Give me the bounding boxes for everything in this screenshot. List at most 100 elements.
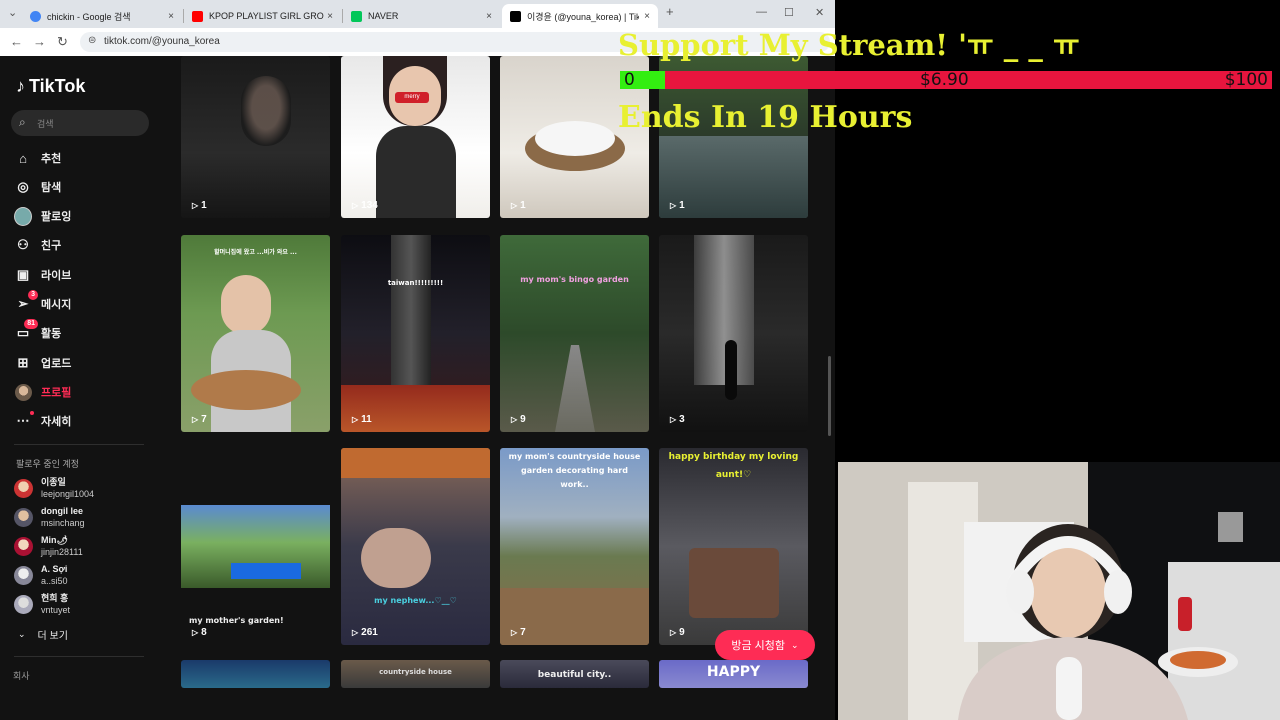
- sidebar-item-explore[interactable]: ◎ 탐색: [14, 176, 61, 198]
- view-count: ▷ 7: [192, 414, 207, 425]
- recently-watched-button[interactable]: 방금 시청함 ⌄: [715, 630, 815, 660]
- video-tile[interactable]: ▷ 3: [659, 235, 808, 432]
- view-count: ▷ 9: [511, 414, 526, 425]
- home-icon: ⌂: [19, 150, 27, 166]
- sidebar-item-label: 팔로잉: [41, 211, 72, 223]
- view-count-value: 134: [361, 200, 378, 211]
- sidebar-item-more[interactable]: ⋯ 자세히: [14, 410, 71, 432]
- reload-icon[interactable]: ↻: [57, 34, 68, 50]
- sidebar-item-friends[interactable]: ⚇ 친구: [14, 234, 61, 256]
- stream-end-timer: Ends In 19 Hours: [618, 100, 913, 135]
- sidebar-item-messages[interactable]: ➢ 3 메시지: [14, 290, 71, 315]
- view-count: ▷ 1: [511, 200, 526, 211]
- sidebar-item-profile[interactable]: 프로필: [14, 381, 71, 403]
- following-account[interactable]: Min🌶 jinjin28111: [14, 532, 83, 560]
- video-tile[interactable]: HAPPY: [659, 660, 808, 688]
- maximize-icon[interactable]: ☐: [784, 6, 794, 19]
- tab-title: 이경윤 (@youna_korea) | TikT: [527, 11, 639, 22]
- site-info-icon[interactable]: ⊜: [88, 35, 96, 46]
- following-account[interactable]: dongil lee msinchang: [14, 503, 85, 531]
- video-tile[interactable]: merry ▷ 134: [341, 56, 490, 218]
- video-tile[interactable]: my mother's garden! ▷ 8: [181, 448, 330, 645]
- naver-favicon-icon: [351, 10, 362, 22]
- friends-icon: ⚇: [17, 237, 29, 252]
- account-name: 현희 홍: [41, 593, 69, 603]
- tab-close-icon[interactable]: ×: [327, 11, 333, 22]
- sidebar-item-label: 라이브: [41, 270, 72, 282]
- account-handle: a..si50: [41, 576, 68, 586]
- account-name: A. Sợi: [41, 564, 68, 574]
- video-tile[interactable]: my mom's countryside house garden decora…: [500, 448, 649, 645]
- video-tile[interactable]: beautiful city..: [500, 660, 649, 688]
- video-tile[interactable]: my nephew...♡__♡ ▷ 261: [341, 448, 490, 645]
- new-tab-button[interactable]: +: [666, 4, 674, 19]
- company-link[interactable]: 회사: [13, 669, 30, 682]
- sidebar-item-label: 탐색: [41, 182, 62, 194]
- view-count: ▷ 9: [670, 627, 685, 638]
- following-accounts-title: 팔로우 중인 계정: [16, 459, 79, 469]
- search-placeholder: 검색: [37, 119, 54, 129]
- following-account[interactable]: A. Sợi a..si50: [14, 561, 68, 589]
- sidebar-item-label: 업로드: [41, 358, 72, 370]
- play-icon: ▷: [192, 415, 199, 424]
- tab-search-icon[interactable]: ⌄: [8, 6, 17, 19]
- video-caption: my mom's bingo garden: [520, 275, 629, 284]
- tab-close-icon[interactable]: ×: [644, 11, 650, 22]
- play-icon: ▷: [352, 201, 359, 210]
- search-input[interactable]: ⌕ 검색: [11, 110, 149, 136]
- sidebar-item-foryou[interactable]: ⌂ 추천: [14, 147, 61, 169]
- tab-naver[interactable]: NAVER ×: [343, 4, 500, 28]
- sidebar-item-upload[interactable]: ⊞ 업로드: [14, 352, 72, 374]
- video-caption: my mother's garden!: [189, 616, 284, 625]
- video-caption: countryside house: [379, 668, 452, 676]
- tiktok-page: ♪ TikTok ⌕ 검색 ⌂ 추천 ◎ 탐색 팔로잉 ⚇ 친구 ▣ 라이브 ➢…: [0, 56, 835, 720]
- video-tile[interactable]: [181, 660, 330, 688]
- minimize-icon[interactable]: —: [756, 6, 767, 18]
- sidebar-divider: [14, 656, 144, 657]
- account-name: dongil lee: [41, 506, 84, 516]
- video-thumbnail: [341, 448, 490, 478]
- avatar: [14, 507, 33, 527]
- tab-close-icon[interactable]: ×: [486, 11, 492, 22]
- view-count-value: 9: [520, 414, 526, 425]
- see-more-link[interactable]: ⌄ 더 보기: [18, 627, 68, 642]
- play-icon: ▷: [670, 628, 677, 637]
- tab-google[interactable]: chickin - Google 검색 ×: [22, 4, 182, 28]
- video-tile[interactable]: taiwan!!!!!!!!! ▷ 11: [341, 235, 490, 432]
- goal-target-label: $100: [1224, 70, 1268, 90]
- logo-text: TikTok: [29, 76, 86, 96]
- sidebar-item-label: 자세히: [41, 416, 72, 428]
- tab-title: chickin - Google 검색: [47, 11, 131, 22]
- video-tile[interactable]: happy birthday my loving aunt!♡ ▷ 9: [659, 448, 808, 645]
- view-count: ▷ 134: [352, 200, 378, 211]
- following-account[interactable]: 이종일 leejongil1004: [14, 474, 94, 502]
- sidebar-divider: [14, 444, 144, 445]
- sidebar-item-live[interactable]: ▣ 라이브: [14, 264, 72, 286]
- view-count: ▷ 1: [670, 200, 685, 211]
- video-tile[interactable]: countryside house: [341, 660, 490, 688]
- chevron-down-icon: ⌄: [18, 629, 26, 639]
- video-caption: taiwan!!!!!!!!!: [387, 279, 444, 287]
- following-account[interactable]: 현희 홍 vntuyet: [14, 590, 70, 618]
- youtube-favicon-icon: [192, 10, 203, 22]
- view-count-value: 1: [520, 200, 526, 211]
- video-tile[interactable]: 할머니집에 왔고 ...비가 와요 ... ▷ 7: [181, 235, 330, 432]
- video-tile[interactable]: my mom's bingo garden ▷ 9: [500, 235, 649, 432]
- upload-icon: ⊞: [17, 355, 29, 370]
- sidebar-item-following[interactable]: 팔로잉: [14, 205, 71, 227]
- window-close-icon[interactable]: ✕: [815, 6, 824, 19]
- tiktok-logo[interactable]: ♪ TikTok: [16, 76, 85, 97]
- view-count-value: 261: [361, 627, 378, 638]
- view-count: ▷ 8: [192, 627, 207, 638]
- profile-avatar-icon: [14, 383, 32, 401]
- webcam-image: [838, 462, 1280, 720]
- sidebar-item-activity[interactable]: ▭ 81 활동: [14, 319, 61, 344]
- back-icon[interactable]: ←: [10, 34, 23, 49]
- play-icon: ▷: [670, 415, 677, 424]
- video-tile[interactable]: ▷ 1: [181, 56, 330, 218]
- account-handle: vntuyet: [41, 605, 71, 615]
- tab-youtube[interactable]: KPOP PLAYLIST GIRL GROUP ×: [184, 4, 341, 28]
- tab-close-icon[interactable]: ×: [168, 11, 174, 22]
- forward-icon[interactable]: →: [33, 34, 46, 49]
- page-scrollbar[interactable]: [828, 356, 831, 436]
